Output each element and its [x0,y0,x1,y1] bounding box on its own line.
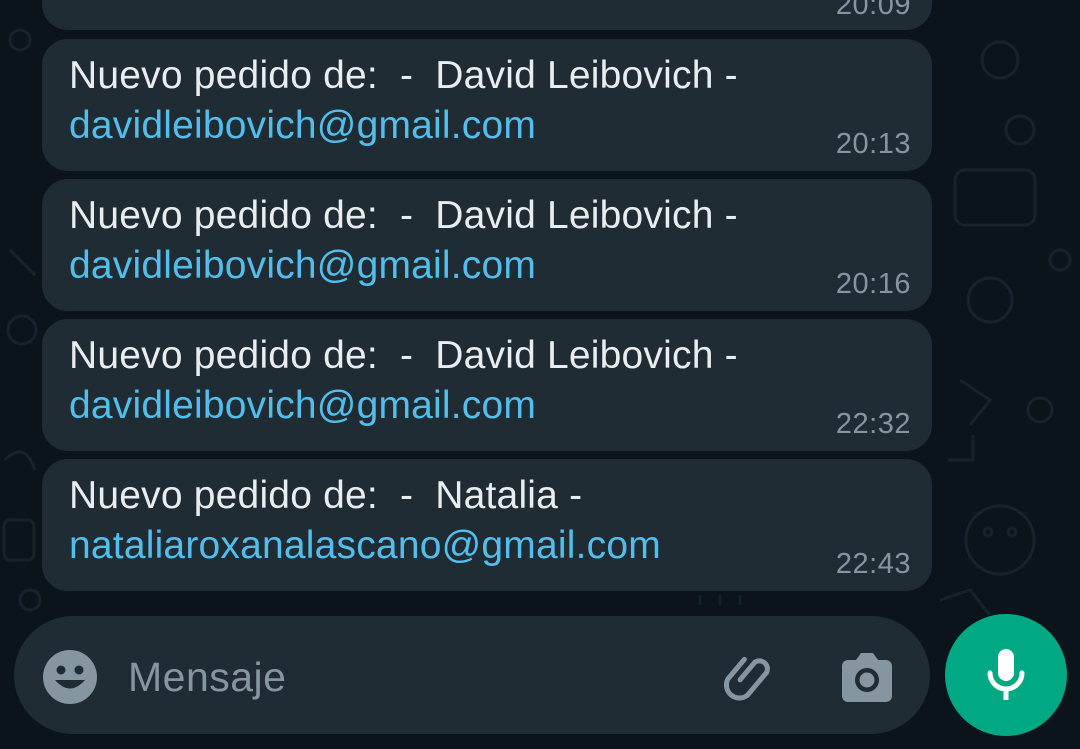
message-text: Nuevo pedido de: - David Leibovich - [69,54,738,97]
microphone-button[interactable] [945,614,1067,736]
message-text: Nuevo pedido de: - David Leibovich - [69,334,738,377]
message-bubble[interactable]: Nuevo pedido de: - Natalia - nataliaroxa… [42,459,932,591]
message-time: 20:13 [835,128,911,160]
message-input[interactable]: Mensaje [128,654,286,701]
emoji-icon[interactable] [42,649,98,705]
message-time: 20:09 [835,0,911,21]
email-link[interactable]: davidleibovich@gmail.com [69,241,906,291]
microphone-icon [987,649,1025,700]
email-link[interactable]: davidleibovich@gmail.com [69,381,906,431]
message-time: 20:16 [835,268,911,300]
camera-icon[interactable] [838,650,896,704]
message-text: Nuevo pedido de: - David Leibovich - [69,194,738,237]
message-text: Nuevo pedido de: - Natalia - [69,474,583,517]
message-bubble-previous[interactable]: you like. 20:09 [42,0,932,30]
message-time: 22:32 [835,408,911,440]
message-text-cutoff: you like. [111,0,256,2]
message-bubble[interactable]: Nuevo pedido de: - David Leibovich - dav… [42,179,932,311]
email-link[interactable]: davidleibovich@gmail.com [69,101,906,151]
paperclip-icon[interactable] [720,649,778,707]
email-link[interactable]: nataliaroxanalascano@gmail.com [69,521,906,571]
message-composer: Mensaje [14,616,930,734]
message-bubble[interactable]: Nuevo pedido de: - David Leibovich - dav… [42,319,932,451]
message-time: 22:43 [835,548,911,580]
message-bubble[interactable]: Nuevo pedido de: - David Leibovich - dav… [42,39,932,171]
